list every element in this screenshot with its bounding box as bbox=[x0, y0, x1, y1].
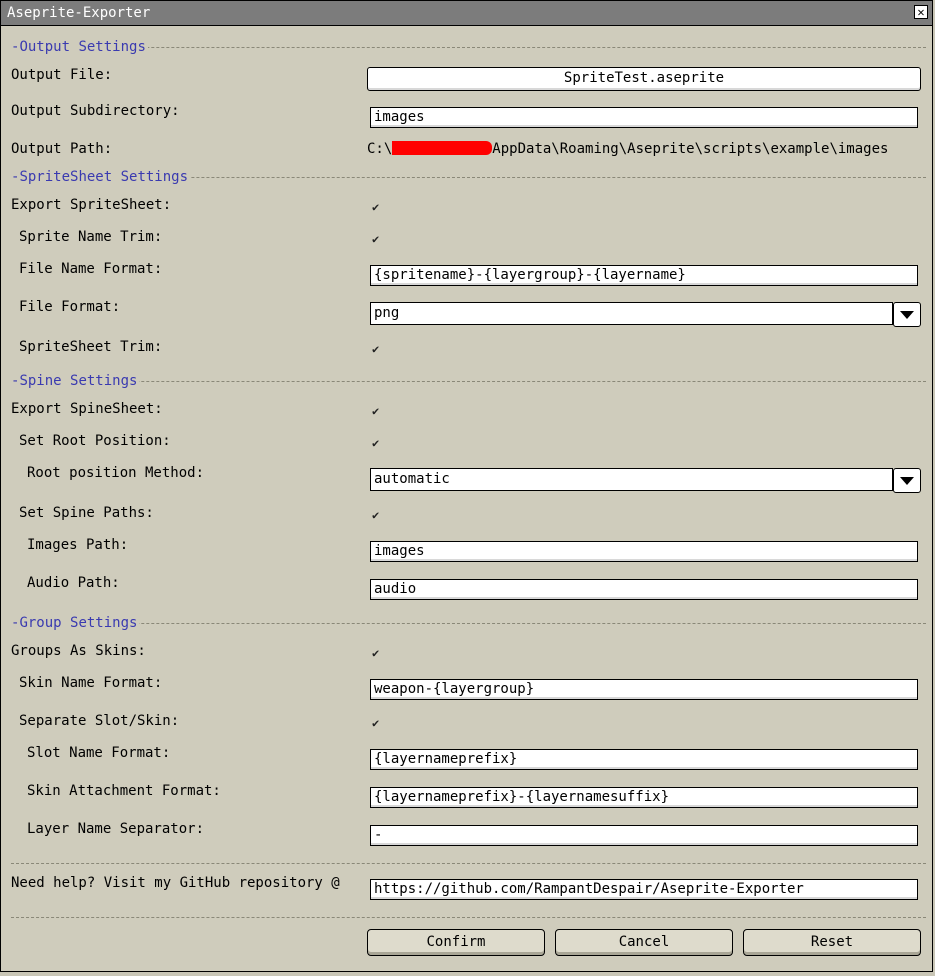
chevron-down-icon[interactable] bbox=[893, 302, 921, 327]
output-subdirectory-input[interactable]: images bbox=[370, 107, 918, 128]
separator-line bbox=[11, 863, 926, 864]
separate-slot-skin-label: Separate Slot/Skin: bbox=[19, 713, 180, 729]
separate-slot-skin-checkbox[interactable]: ✔ bbox=[372, 717, 386, 729]
export-spinesheet-label: Export SpineSheet: bbox=[11, 401, 163, 417]
confirm-button[interactable]: Confirm bbox=[367, 929, 545, 956]
chevron-down-icon[interactable] bbox=[893, 468, 921, 493]
skin-name-format-label: Skin Name Format: bbox=[19, 675, 163, 691]
root-position-method-select[interactable]: automatic bbox=[370, 468, 921, 493]
set-spine-paths-checkbox[interactable]: ✔ bbox=[372, 509, 386, 521]
spritesheet-settings-heading: SpriteSheet Settings bbox=[19, 169, 189, 185]
output-settings-separator: -Output Settings bbox=[11, 39, 926, 55]
cancel-button[interactable]: Cancel bbox=[555, 929, 733, 956]
help-separator bbox=[11, 855, 926, 871]
window-title: Aseprite-Exporter bbox=[7, 5, 151, 21]
group-settings-separator: -Group Settings bbox=[11, 615, 926, 631]
output-path-label: Output Path: bbox=[11, 141, 113, 157]
skin-attachment-format-input[interactable]: {layernameprefix}-{layernamesuffix} bbox=[370, 787, 918, 808]
separator-line bbox=[11, 381, 926, 382]
audio-path-label: Audio Path: bbox=[27, 575, 120, 591]
close-icon[interactable]: ✕ bbox=[914, 5, 928, 19]
file-format-label: File Format: bbox=[19, 299, 121, 315]
spine-settings-heading: Spine Settings bbox=[19, 373, 138, 389]
buttons-separator bbox=[11, 909, 926, 925]
spine-settings-separator: -Spine Settings bbox=[11, 373, 926, 389]
separator-line bbox=[11, 917, 926, 918]
spritesheet-settings-separator: -SpriteSheet Settings bbox=[11, 169, 926, 185]
export-spritesheet-checkbox[interactable]: ✔ bbox=[372, 201, 386, 213]
set-root-position-label: Set Root Position: bbox=[19, 433, 171, 449]
root-position-method-label: Root position Method: bbox=[27, 465, 205, 481]
root-position-method-value[interactable]: automatic bbox=[370, 468, 893, 491]
sprite-name-trim-label: Sprite Name Trim: bbox=[19, 229, 163, 245]
groups-as-skins-checkbox[interactable]: ✔ bbox=[372, 647, 386, 659]
group-settings-heading: Group Settings bbox=[19, 615, 138, 631]
output-subdirectory-label: Output Subdirectory: bbox=[11, 103, 180, 119]
skin-attachment-format-label: Skin Attachment Format: bbox=[27, 783, 221, 799]
file-name-format-input[interactable]: {spritename}-{layergroup}-{layername} bbox=[370, 265, 918, 286]
file-name-format-label: File Name Format: bbox=[19, 261, 163, 277]
layer-name-separator-label: Layer Name Separator: bbox=[27, 821, 205, 837]
groups-as-skins-label: Groups As Skins: bbox=[11, 643, 146, 659]
file-format-value[interactable]: png bbox=[370, 302, 893, 325]
slot-name-format-label: Slot Name Format: bbox=[27, 745, 171, 761]
separator-line bbox=[11, 623, 926, 624]
export-spritesheet-label: Export SpriteSheet: bbox=[11, 197, 172, 213]
file-format-select[interactable]: png bbox=[370, 302, 921, 327]
layer-name-separator-input[interactable]: - bbox=[370, 825, 918, 846]
exporter-dialog: Aseprite-Exporter ✕ -Output Settings Out… bbox=[0, 0, 933, 972]
set-spine-paths-label: Set Spine Paths: bbox=[19, 505, 154, 521]
help-label: Need help? Visit my GitHub repository @ bbox=[11, 875, 340, 891]
separator-line bbox=[11, 47, 926, 48]
output-file-label: Output File: bbox=[11, 67, 113, 83]
spritesheet-trim-label: SpriteSheet Trim: bbox=[19, 339, 163, 355]
title-bar[interactable]: Aseprite-Exporter ✕ bbox=[1, 1, 932, 26]
images-path-input[interactable]: images bbox=[370, 541, 918, 562]
images-path-label: Images Path: bbox=[27, 537, 129, 553]
spritesheet-trim-checkbox[interactable]: ✔ bbox=[372, 343, 386, 355]
audio-path-input[interactable]: audio bbox=[370, 579, 918, 600]
output-path-value: C:\ AppData\Roaming\Aseprite\scripts\exam… bbox=[367, 141, 888, 157]
sprite-name-trim-checkbox[interactable]: ✔ bbox=[372, 233, 386, 245]
redaction-mark bbox=[392, 141, 493, 155]
set-root-position-checkbox[interactable]: ✔ bbox=[372, 437, 386, 449]
reset-button[interactable]: Reset bbox=[743, 929, 921, 956]
github-url-input[interactable]: https://github.com/RampantDespair/Asepri… bbox=[370, 879, 918, 900]
output-path-suffix: AppData\Roaming\Aseprite\scripts\example… bbox=[492, 141, 889, 157]
skin-name-format-input[interactable]: weapon-{layergroup} bbox=[370, 679, 918, 700]
output-path-prefix: C:\ bbox=[367, 141, 393, 157]
slot-name-format-input[interactable]: {layernameprefix} bbox=[370, 749, 918, 770]
output-file-button[interactable]: SpriteTest.aseprite bbox=[367, 67, 921, 91]
output-settings-heading: Output Settings bbox=[19, 39, 146, 55]
export-spinesheet-checkbox[interactable]: ✔ bbox=[372, 405, 386, 417]
